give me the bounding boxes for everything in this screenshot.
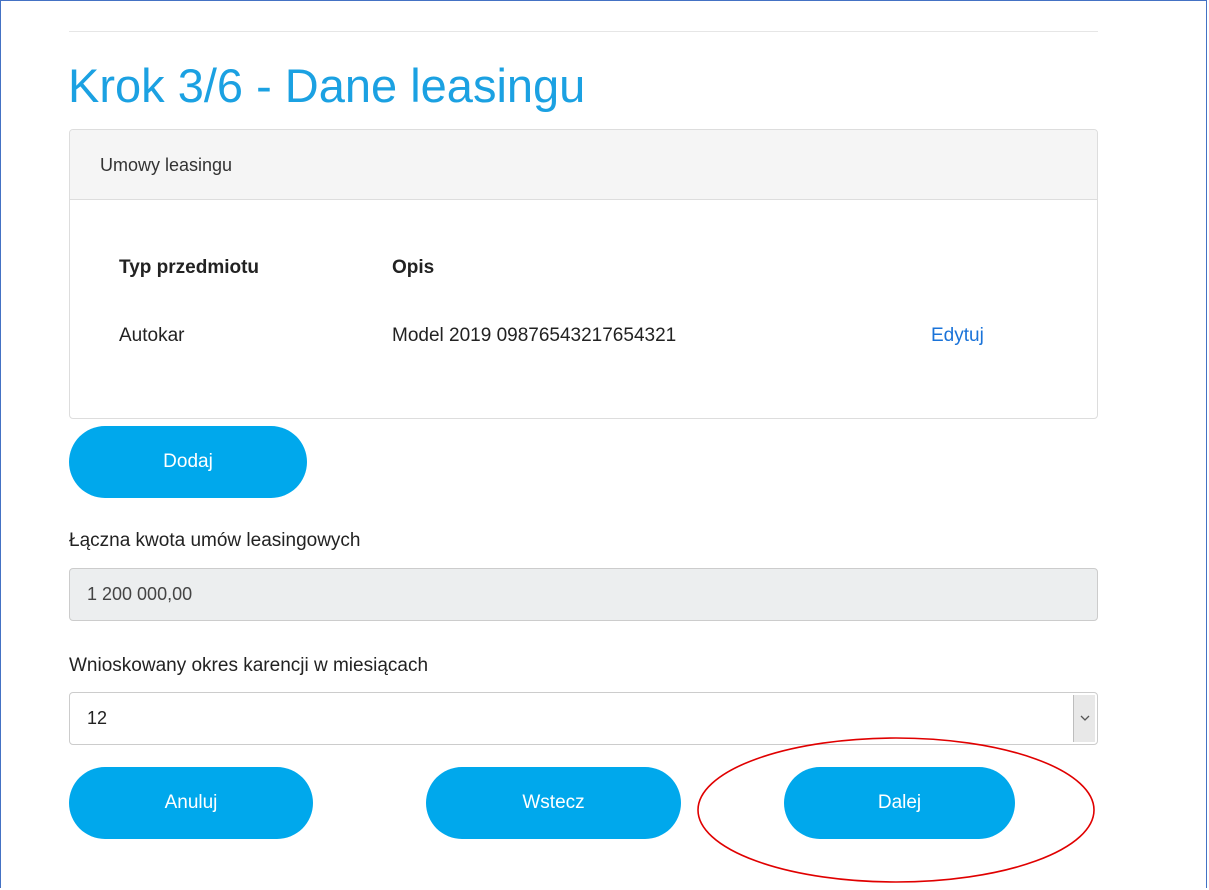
total-amount-field[interactable] <box>69 568 1098 621</box>
grace-period-selected-value: 12 <box>87 708 108 728</box>
total-amount-label: Łączna kwota umów leasingowych <box>69 530 361 551</box>
add-button[interactable]: Dodaj <box>69 426 307 498</box>
column-header-type: Typ przedmiotu <box>119 257 260 278</box>
chevron-down-icon[interactable] <box>1073 695 1095 742</box>
lease-agreements-panel: Umowy leasingu Typ przedmiotu Opis Autok… <box>69 129 1098 419</box>
page-title: Krok 3/6 - Dane leasingu <box>68 59 586 112</box>
back-button[interactable]: Wstecz <box>426 767 681 839</box>
row-type-cell: Autokar <box>119 325 185 346</box>
grace-period-label: Wnioskowany okres karencji w miesiącach <box>69 655 429 676</box>
panel-heading: Umowy leasingu <box>70 130 1097 200</box>
cancel-button[interactable]: Anuluj <box>69 767 313 839</box>
row-description-cell: Model 2019 09876543217654321 <box>392 325 677 346</box>
column-header-description: Opis <box>392 257 435 278</box>
next-button[interactable]: Dalej <box>784 767 1015 839</box>
top-divider <box>69 31 1098 32</box>
edit-link[interactable]: Edytuj <box>931 325 984 347</box>
grace-period-select[interactable]: 12 <box>69 692 1098 745</box>
